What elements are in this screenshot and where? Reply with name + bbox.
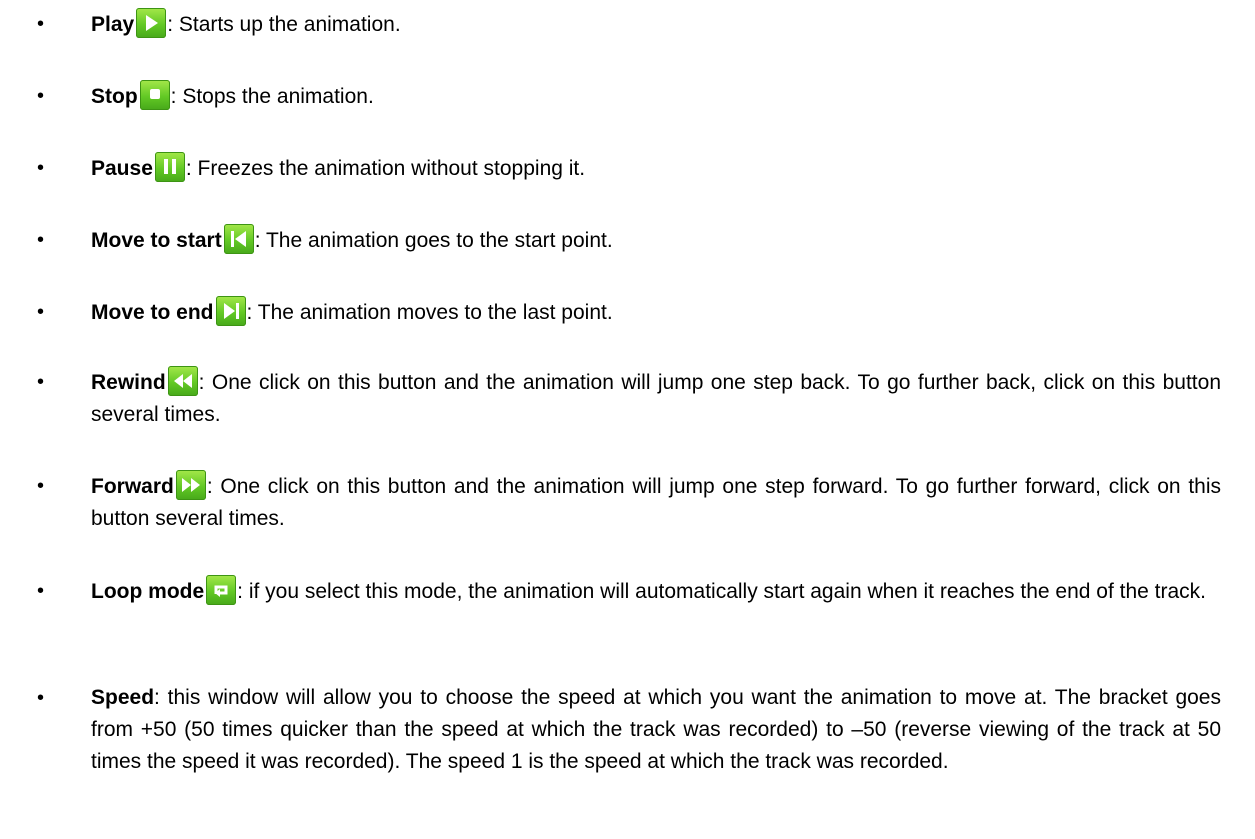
loop-mode-icon (206, 575, 237, 605)
bullet: • (37, 580, 45, 602)
pause-icon (154, 152, 185, 182)
desc-speed: : this window will allow you to choose t… (91, 686, 1221, 773)
desc-rewind: : One click on this button and the anima… (91, 371, 1221, 426)
item-move-to-end: • Move to end : The animation moves to th… (37, 296, 1221, 329)
play-icon (136, 8, 167, 38)
item-move-to-start: • Move to start : The animation goes to t… (37, 224, 1221, 257)
desc-move-to-start: : The animation goes to the start point. (254, 229, 613, 252)
term-move-to-start: Move to start (91, 229, 222, 252)
term-stop: Stop (91, 85, 138, 108)
desc-forward: : One click on this button and the anima… (91, 475, 1221, 530)
desc-move-to-end: : The animation moves to the last point. (246, 301, 613, 324)
bullet: • (37, 85, 45, 107)
desc-stop: : Stops the animation. (170, 85, 374, 108)
desc-loop-mode: : if you select this mode, the animation… (237, 580, 1206, 603)
item-pause: • Pause : Freezes the animation without s… (37, 152, 1221, 185)
bullet: • (37, 301, 45, 323)
term-pause: Pause (91, 157, 153, 180)
item-forward: • Forward: One click on this button and … (37, 470, 1221, 535)
term-speed: Speed (91, 686, 155, 709)
item-loop-mode: • Loop mode : if you select this mode, th… (37, 575, 1221, 608)
rewind-icon (167, 366, 198, 396)
move-to-end-icon (215, 296, 246, 326)
bullet: • (37, 157, 45, 179)
desc-play: : Starts up the animation. (167, 13, 401, 36)
item-rewind: • Rewind: One click on this button and t… (37, 366, 1221, 431)
stop-icon (139, 80, 170, 110)
item-stop: • Stop : Stops the animation. (37, 80, 1221, 113)
move-to-start-icon (223, 224, 254, 254)
bullet: • (37, 13, 45, 35)
term-move-to-end: Move to end (91, 301, 214, 324)
item-speed: • Speed: this window will allow you to c… (37, 682, 1221, 778)
forward-icon (175, 470, 206, 500)
bullet: • (37, 687, 45, 709)
term-loop-mode: Loop mode (91, 580, 205, 603)
item-play: • Play : Starts up the animation. (37, 8, 1221, 41)
term-forward: Forward (91, 475, 174, 498)
bullet: • (37, 371, 45, 393)
desc-pause: : Freezes the animation without stopping… (185, 157, 586, 180)
term-rewind: Rewind (91, 371, 166, 394)
bullet: • (37, 229, 45, 251)
bullet: • (37, 475, 45, 497)
term-play: Play (91, 13, 135, 36)
